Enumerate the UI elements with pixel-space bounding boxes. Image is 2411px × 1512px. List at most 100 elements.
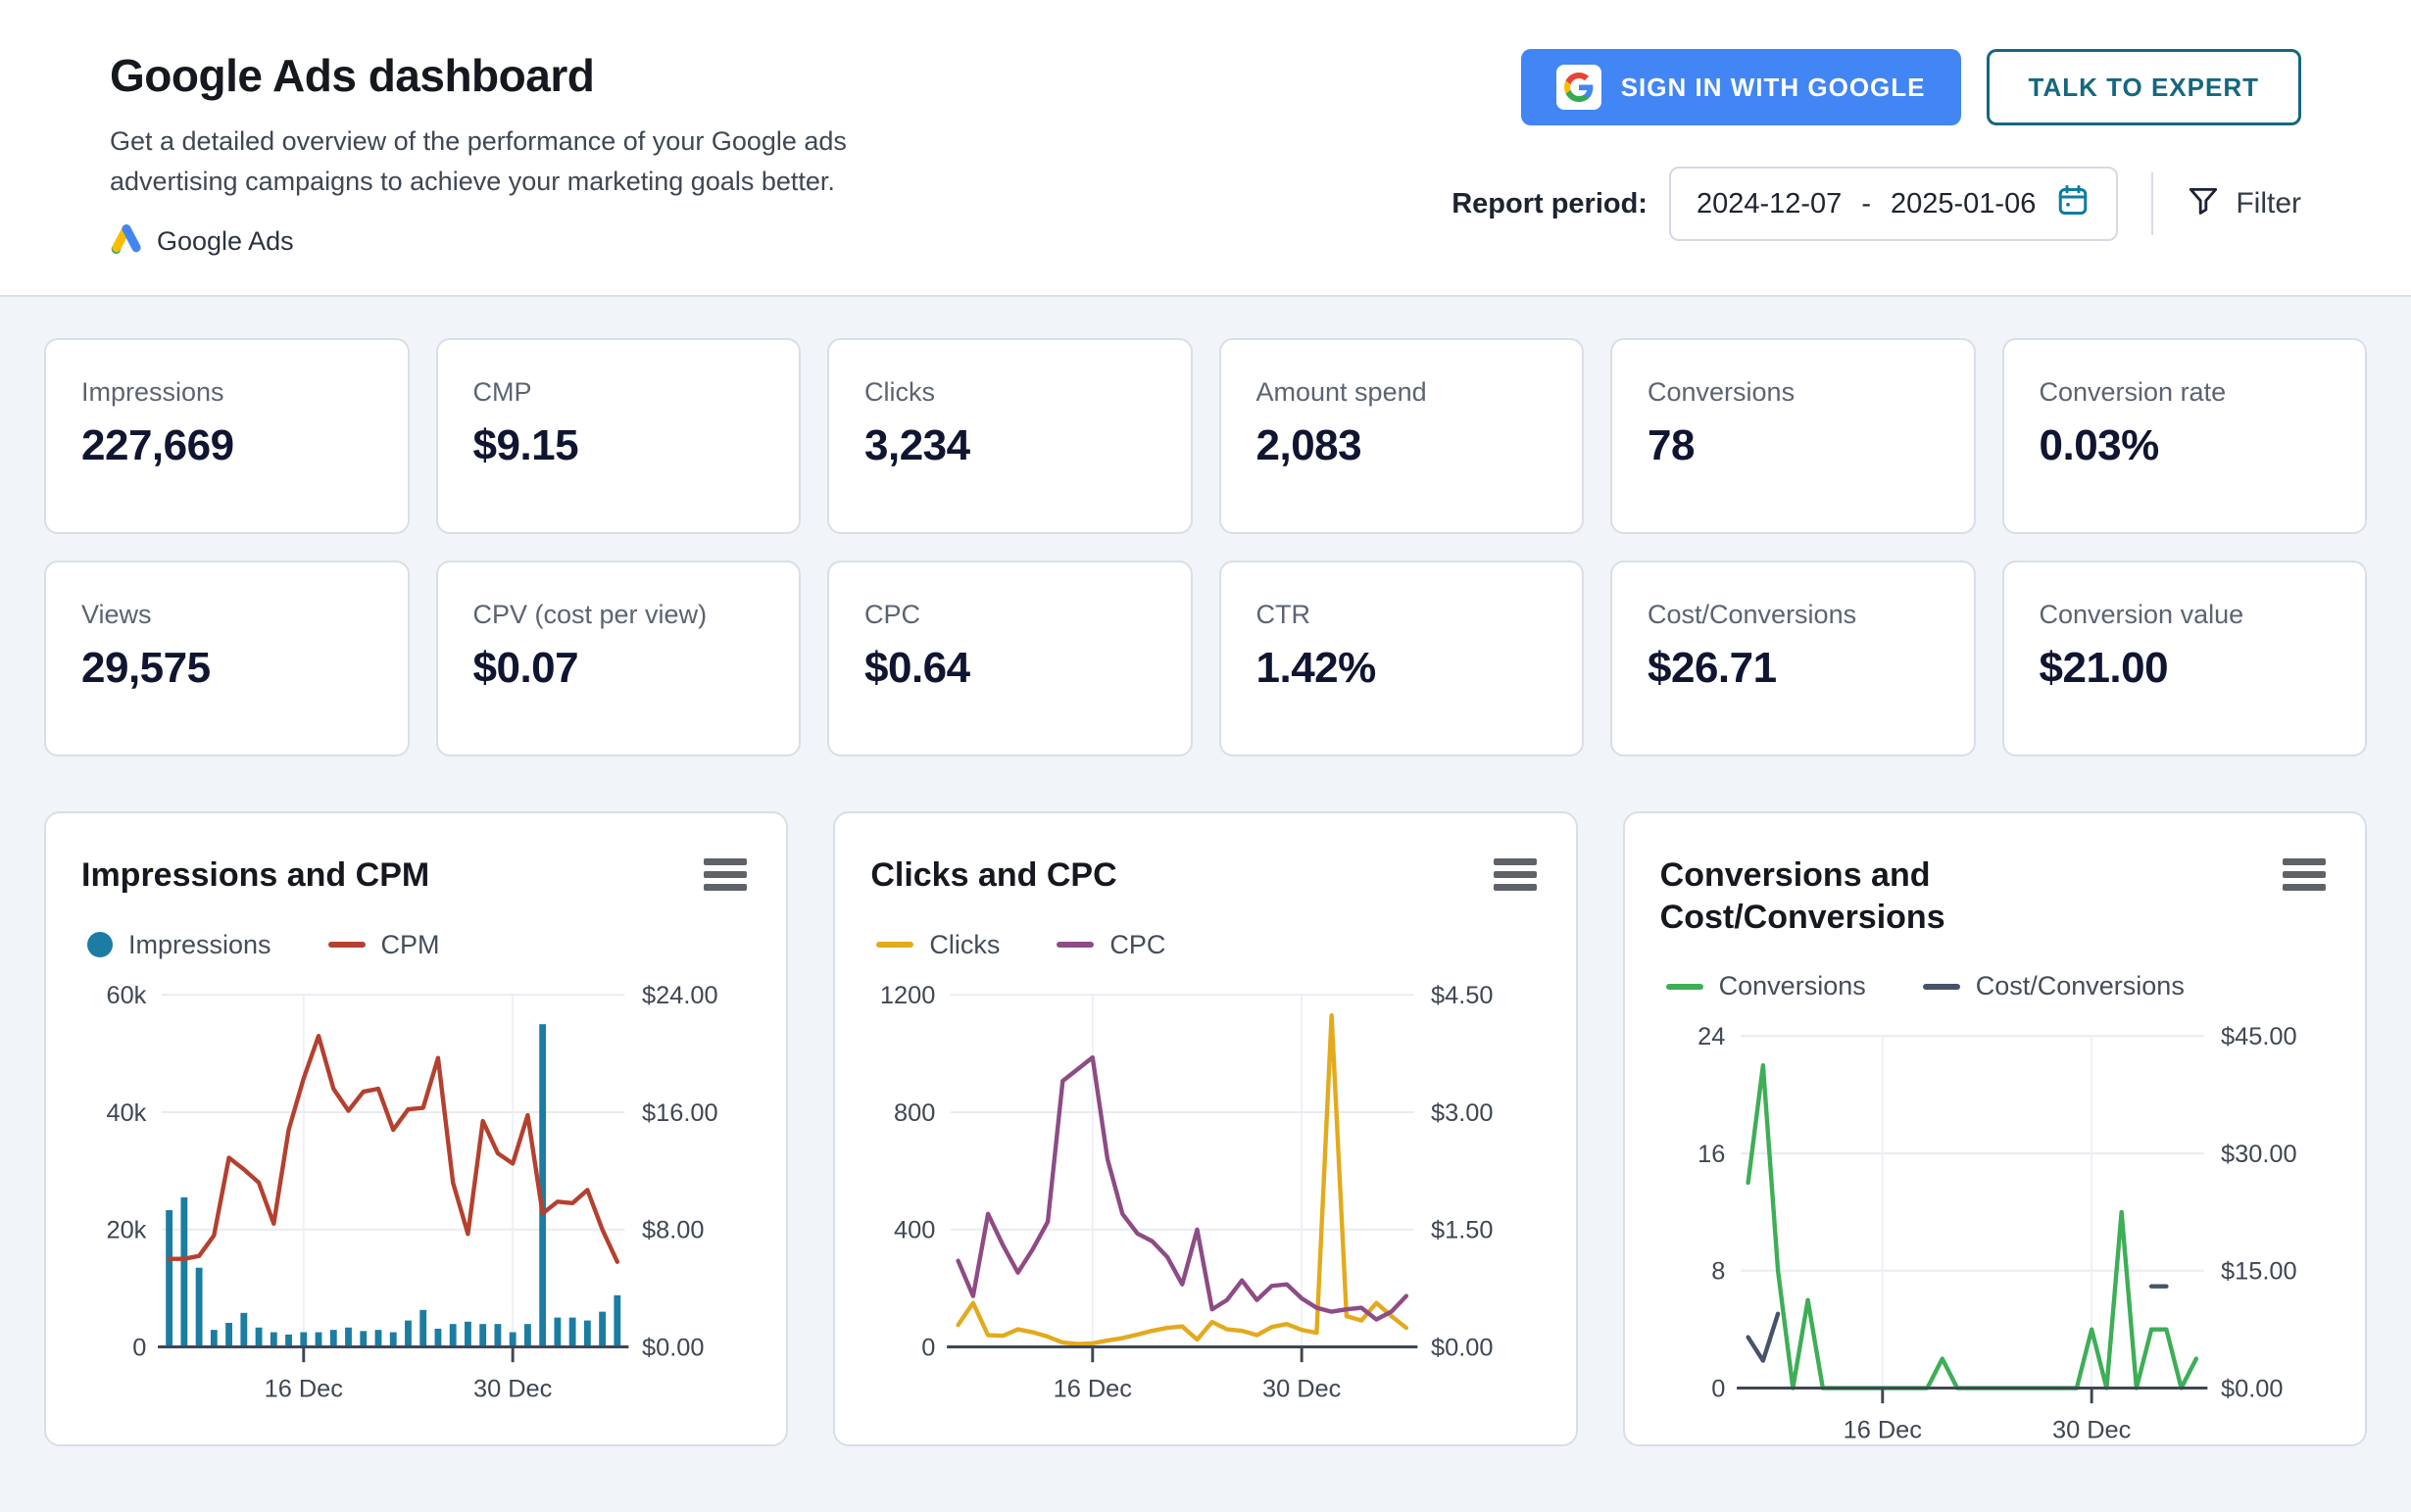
svg-text:16 Dec: 16 Dec: [1843, 1416, 1922, 1443]
page-title: Google Ads dashboard: [110, 49, 913, 102]
legend-swatch-clicks: [876, 942, 913, 948]
svg-text:16 Dec: 16 Dec: [1054, 1375, 1133, 1402]
page-description: Get a detailed overview of the performan…: [110, 122, 913, 201]
header-right: SIGN IN WITH GOOGLE TALK TO EXPERT Repor…: [1452, 49, 2301, 295]
svg-text:$3.00: $3.00: [1431, 1098, 1494, 1126]
kpi-card-cost-conversions: Cost/Conversions $26.71: [1610, 561, 1976, 756]
kpi-value: 0.03%: [2040, 421, 2331, 470]
legend-item: CPM: [328, 930, 440, 960]
chart-header: Impressions and CPM: [81, 854, 751, 897]
chart-title: Clicks and CPC: [870, 854, 1116, 897]
header-left: Google Ads dashboard Get a detailed over…: [110, 49, 913, 295]
google-ads-logo-label: Google Ads: [157, 226, 294, 257]
svg-text:$45.00: $45.00: [2221, 1023, 2297, 1050]
vertical-divider: [2151, 172, 2153, 235]
chart-title: Impressions and CPM: [81, 854, 429, 897]
talk-to-expert-button[interactable]: TALK TO EXPERT: [1987, 49, 2302, 125]
report-period-label: Report period:: [1452, 188, 1648, 220]
conversions-cost-chart: 16 Dec30 Dec241680$45.00$30.00$15.00$0.0…: [1660, 1007, 2330, 1461]
svg-text:$0.00: $0.00: [2221, 1375, 2284, 1402]
clicks-cpc-chart: 16 Dec30 Dec12008004000$4.50$3.00$1.50$0…: [870, 966, 1540, 1422]
svg-text:0: 0: [1711, 1375, 1725, 1402]
svg-text:30 Dec: 30 Dec: [1262, 1375, 1342, 1402]
kpi-value: $9.15: [473, 421, 764, 470]
filter-button[interactable]: Filter: [2187, 183, 2301, 224]
legend-swatch-conversions: [1666, 984, 1703, 990]
legend-label: Cost/Conversions: [1976, 971, 2185, 1001]
charts-row: Impressions and CPM Impressions CPM 16 D…: [0, 756, 2411, 1446]
kpi-value: 1.42%: [1256, 644, 1548, 693]
svg-text:$16.00: $16.00: [642, 1098, 718, 1126]
svg-text:$15.00: $15.00: [2221, 1258, 2297, 1286]
legend-swatch-cpm: [328, 942, 366, 948]
kpi-card-conversion-value: Conversion value $21.00: [2002, 561, 2368, 756]
kpi-value: 78: [1648, 421, 1939, 470]
chart-card-impressions-cpm: Impressions and CPM Impressions CPM 16 D…: [44, 811, 788, 1446]
kpi-label: Clicks: [864, 377, 1156, 408]
svg-text:$0.00: $0.00: [1431, 1334, 1494, 1361]
kpi-label: Conversion rate: [2040, 377, 2331, 408]
kpi-value: 227,669: [81, 421, 372, 470]
date-range-picker[interactable]: 2024-12-07 - 2025-01-06: [1669, 167, 2118, 241]
google-ads-logo-row: Google Ads: [110, 222, 913, 261]
chart-title: Conversions and Cost/Conversions: [1660, 854, 2121, 938]
kpi-value: $0.64: [864, 644, 1156, 693]
sign-in-with-google-button[interactable]: SIGN IN WITH GOOGLE: [1521, 49, 1961, 125]
kpi-value: $26.71: [1648, 644, 1939, 693]
legend-swatch-cost-conversions: [1923, 984, 1960, 990]
svg-text:800: 800: [894, 1098, 935, 1126]
legend-item: Conversions: [1666, 971, 1866, 1001]
svg-text:$8.00: $8.00: [642, 1216, 705, 1244]
legend-item: Clicks: [876, 930, 1000, 960]
menu-icon[interactable]: [700, 854, 751, 895]
menu-icon[interactable]: [1490, 854, 1541, 895]
svg-text:0: 0: [132, 1334, 146, 1361]
svg-text:8: 8: [1711, 1258, 1725, 1286]
kpi-card-ctr: CTR 1.42%: [1219, 561, 1585, 756]
kpi-value: $21.00: [2040, 644, 2331, 693]
legend-item: CPC: [1057, 930, 1165, 960]
menu-icon[interactable]: [2279, 854, 2330, 895]
chart-header: Clicks and CPC: [870, 854, 1540, 897]
impressions-cpm-chart: 16 Dec30 Dec60k40k20k0$24.00$16.00$8.00$…: [81, 966, 751, 1422]
svg-text:$1.50: $1.50: [1431, 1216, 1494, 1244]
kpi-card-cmp: CMP $9.15: [436, 338, 802, 534]
kpi-card-impressions: Impressions 227,669: [44, 338, 410, 534]
chart-card-conversions-cost: Conversions and Cost/Conversions Convers…: [1623, 811, 2367, 1446]
svg-text:$24.00: $24.00: [642, 982, 718, 1009]
date-end: 2025-01-06: [1891, 188, 2036, 220]
kpi-label: CTR: [1256, 600, 1548, 630]
legend-label: CPC: [1109, 930, 1165, 960]
kpi-label: CPV (cost per view): [473, 600, 764, 630]
chart-legend: Clicks CPC: [876, 930, 1540, 960]
kpi-card-clicks: Clicks 3,234: [827, 338, 1193, 534]
svg-text:24: 24: [1698, 1023, 1725, 1050]
kpi-label: Cost/Conversions: [1648, 600, 1939, 630]
legend-label: Conversions: [1719, 971, 1866, 1001]
kpi-card-cpc: CPC $0.64: [827, 561, 1193, 756]
svg-text:0: 0: [922, 1334, 936, 1361]
svg-text:20k: 20k: [106, 1216, 146, 1244]
kpi-card-conversions: Conversions 78: [1610, 338, 1976, 534]
legend-label: Clicks: [929, 930, 1000, 960]
legend-swatch-cpc: [1057, 942, 1094, 948]
svg-text:1200: 1200: [880, 982, 935, 1009]
kpi-label: Amount spend: [1256, 377, 1548, 408]
kpi-card-conversion-rate: Conversion rate 0.03%: [2002, 338, 2368, 534]
legend-label: Impressions: [128, 930, 271, 960]
sign-in-label: SIGN IN WITH GOOGLE: [1621, 73, 1926, 103]
legend-item: Impressions: [87, 930, 271, 960]
google-ads-logo-icon: [110, 222, 143, 261]
chart-header: Conversions and Cost/Conversions: [1660, 854, 2330, 938]
legend-label: CPM: [381, 930, 440, 960]
kpi-label: Conversions: [1648, 377, 1939, 408]
page-header: Google Ads dashboard Get a detailed over…: [0, 0, 2411, 297]
kpi-value: 29,575: [81, 644, 372, 693]
date-start: 2024-12-07: [1697, 188, 1842, 220]
report-period-row: Report period: 2024-12-07 - 2025-01-06: [1452, 167, 2301, 241]
calendar-icon[interactable]: [2055, 182, 2091, 225]
legend-item: Cost/Conversions: [1923, 971, 2185, 1001]
chart-legend: Conversions Cost/Conversions: [1666, 971, 2330, 1001]
kpi-value: $0.07: [473, 644, 764, 693]
chart-card-clicks-cpc: Clicks and CPC Clicks CPC 16 Dec 30 Dec 12…: [833, 811, 1577, 1446]
